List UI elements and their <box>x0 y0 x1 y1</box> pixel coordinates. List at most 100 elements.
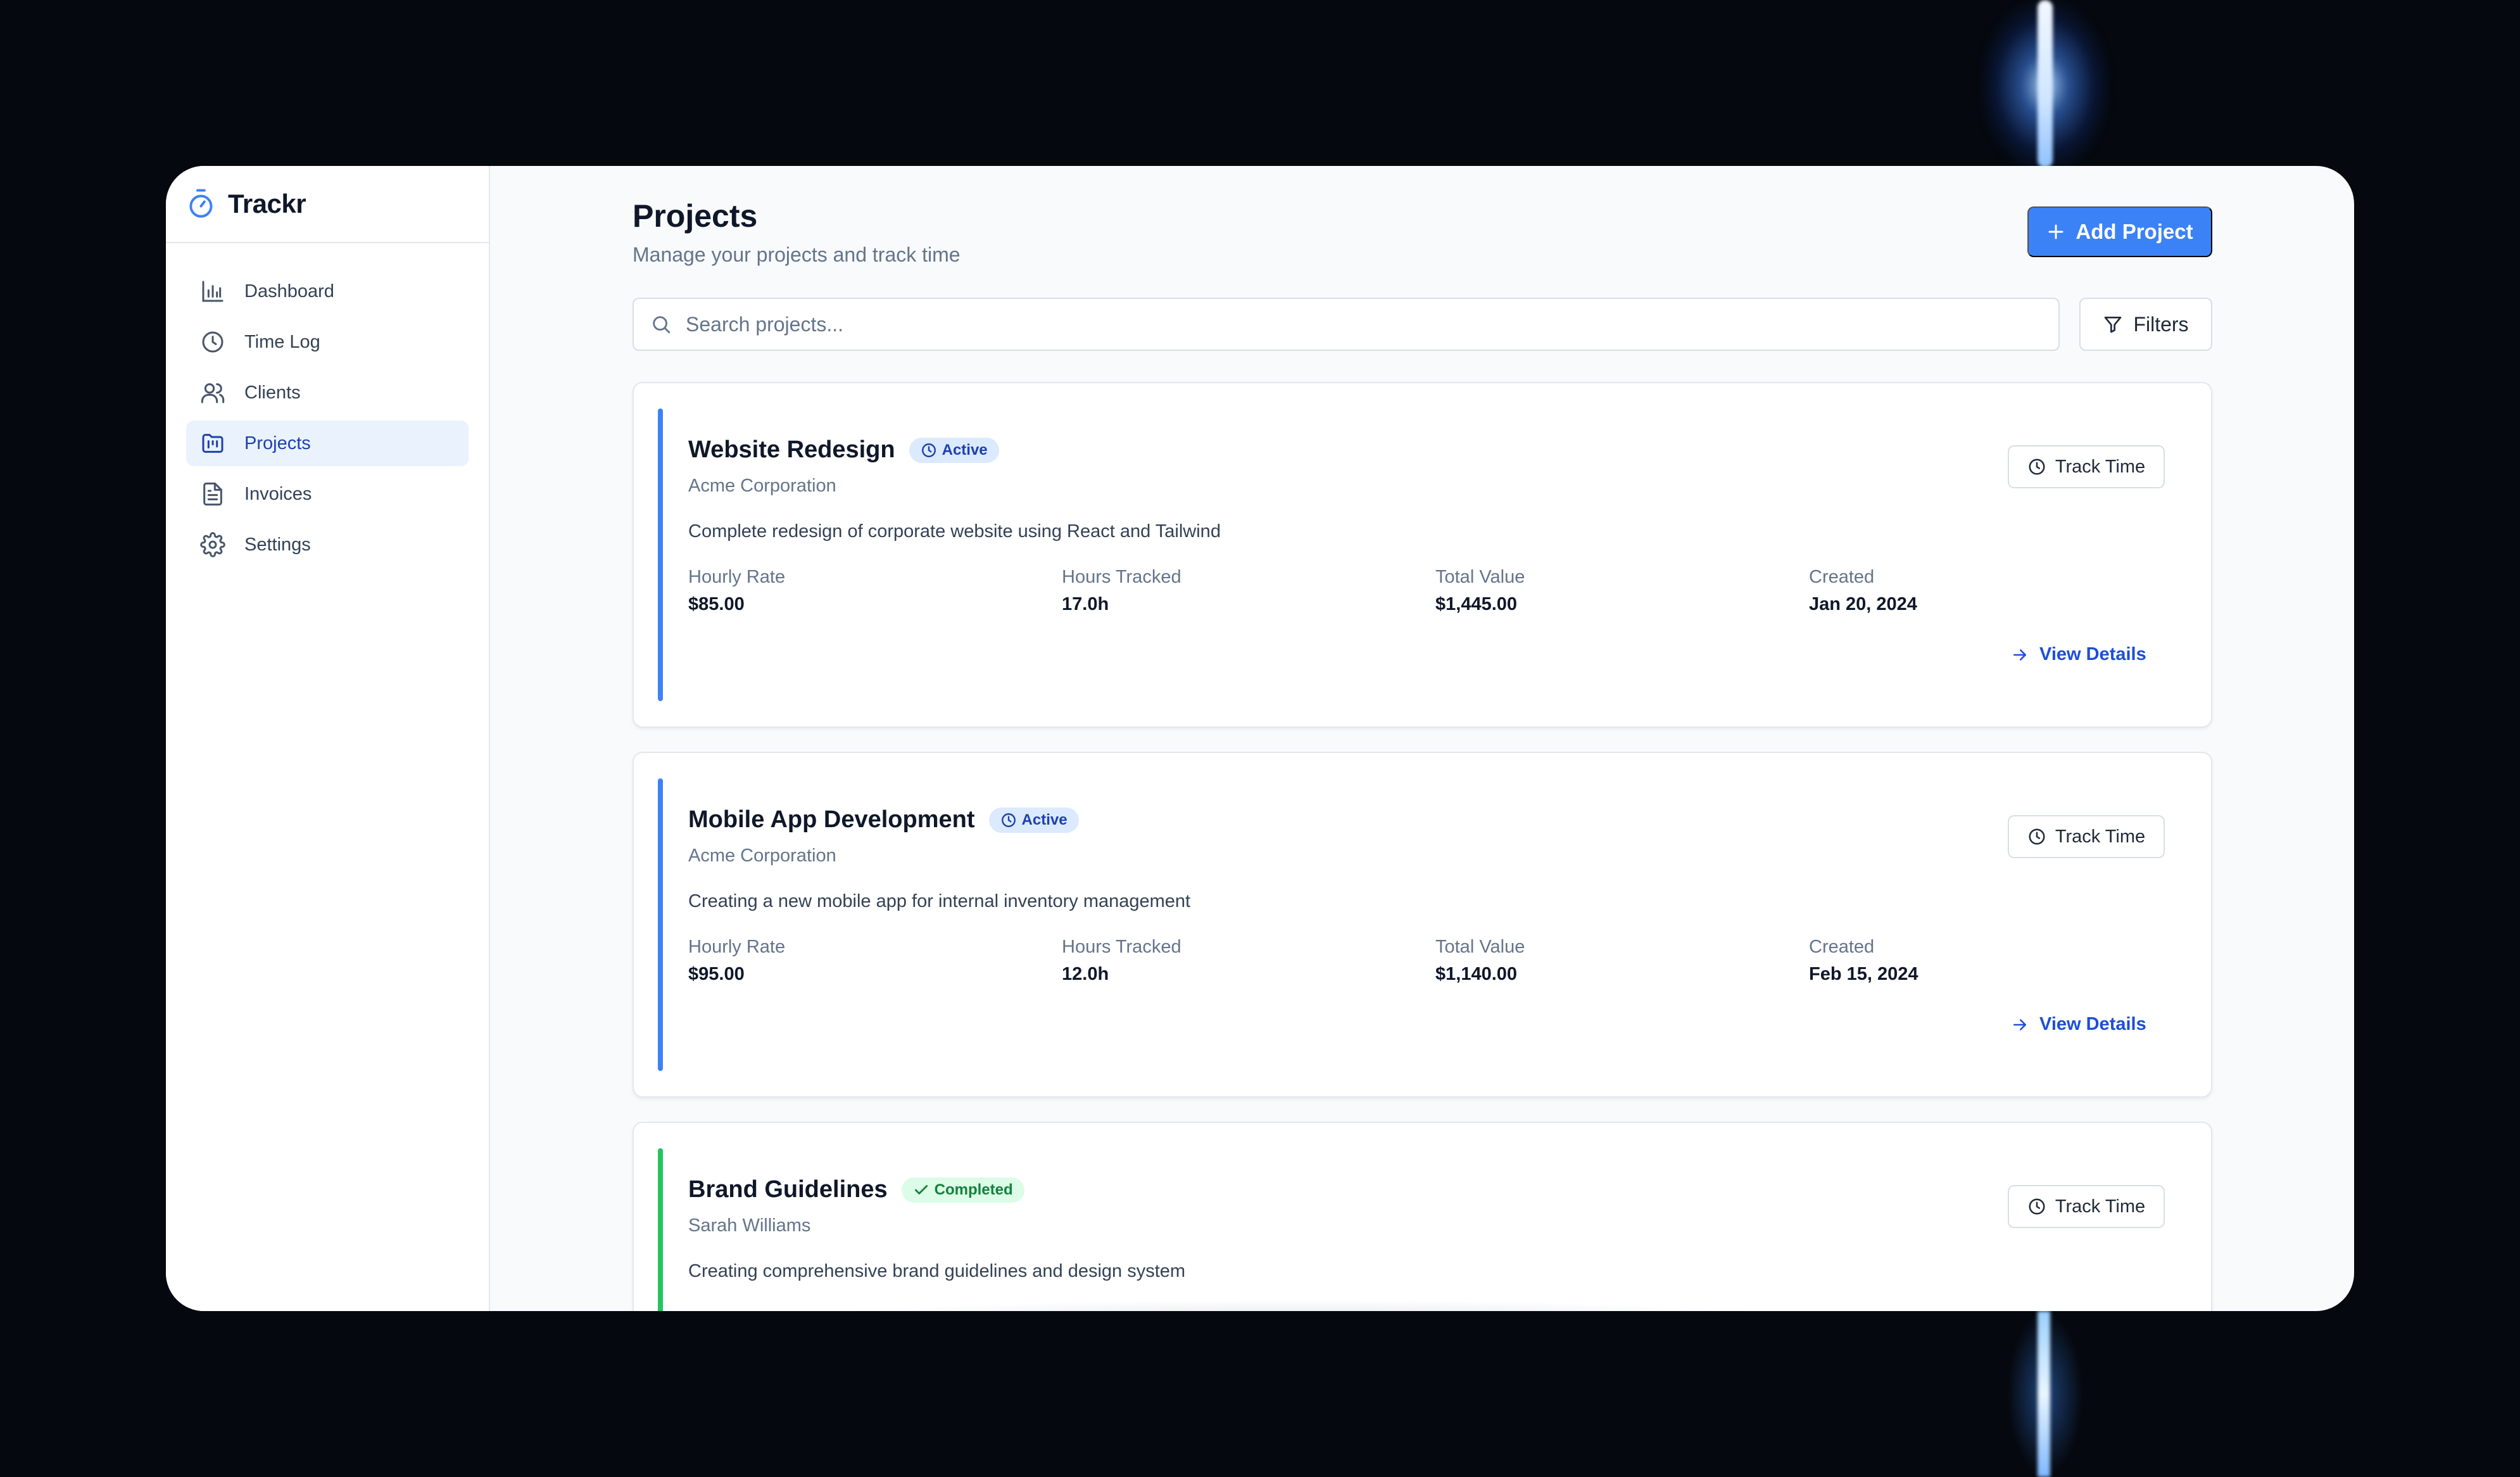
project-name: Website Redesign <box>688 436 895 463</box>
metric-value: 17.0h <box>1062 594 1109 614</box>
track-time-button[interactable]: Track Time <box>2008 1185 2165 1228</box>
metric-total-value: Total Value $1,140.00 <box>1435 937 1525 985</box>
search-bar <box>633 298 2060 351</box>
sidebar-item-label: Time Log <box>244 331 320 352</box>
track-time-label: Track Time <box>2055 826 2146 847</box>
metric-label: Hours Tracked <box>1062 567 1181 587</box>
metric-value: $95.00 <box>688 964 745 984</box>
metric-label: Hourly Rate <box>688 567 786 587</box>
metric-label: Created <box>1809 567 1875 587</box>
metric-label: Created <box>1809 937 1875 957</box>
sidebar-nav: Dashboard Time Log Clients Projects Invo… <box>166 243 489 567</box>
sidebar-item-settings[interactable]: Settings <box>186 522 469 567</box>
status-badge: Active <box>988 807 1079 833</box>
metric-value: Feb 15, 2024 <box>1809 964 1918 984</box>
sidebar-item-projects[interactable]: Projects <box>186 421 469 466</box>
metric-value: 12.0h <box>1062 964 1109 984</box>
file-text-icon <box>200 481 225 507</box>
metric-value: $1,140.00 <box>1435 964 1518 984</box>
status-badge: Active <box>909 437 999 463</box>
clock-icon <box>921 443 936 457</box>
sidebar-item-time-log[interactable]: Time Log <box>186 319 469 365</box>
project-card: Brand Guidelines Completed Sarah William… <box>633 1122 2212 1311</box>
metric-hours-tracked: Hours Tracked 17.0h <box>1062 567 1181 615</box>
project-description: Creating a new mobile app for internal i… <box>688 891 1191 911</box>
filter-icon <box>2105 317 2122 333</box>
filters-label: Filters <box>2133 312 2189 336</box>
search-icon <box>653 316 671 334</box>
track-time-button[interactable]: Track Time <box>2008 815 2165 858</box>
project-client: Acme Corporation <box>688 476 836 496</box>
page-subtitle: Manage your projects and track time <box>633 243 961 266</box>
stopwatch-icon <box>187 188 215 220</box>
background-light-beam-bottom <box>2038 1311 2050 1477</box>
metric-label: Total Value <box>1435 937 1525 957</box>
check-icon <box>914 1184 928 1195</box>
view-details-label: View Details <box>2039 644 2146 664</box>
status-badge: Completed <box>901 1177 1024 1203</box>
main-content: Projects Manage your projects and track … <box>490 166 2354 1311</box>
sidebar-item-dashboard[interactable]: Dashboard <box>186 269 469 314</box>
page-header: Projects Manage your projects and track … <box>633 198 961 267</box>
project-name: Mobile App Development <box>688 806 975 833</box>
bar-chart-icon <box>200 279 225 304</box>
project-accent-bar <box>658 778 663 1071</box>
view-details-link[interactable]: View Details <box>2010 1014 2146 1035</box>
sidebar-item-invoices[interactable]: Invoices <box>186 471 469 517</box>
sidebar-item-label: Clients <box>244 382 301 403</box>
sidebar-item-label: Projects <box>244 433 311 453</box>
app-name: Trackr <box>228 189 306 219</box>
track-time-button[interactable]: Track Time <box>2008 445 2165 488</box>
project-card: Website Redesign Active Acme Corporation… <box>633 382 2212 728</box>
clock-icon <box>2029 459 2045 475</box>
users-icon <box>200 380 225 405</box>
status-label: Active <box>942 441 988 459</box>
gear-icon <box>200 532 225 557</box>
view-details-link[interactable]: View Details <box>2010 644 2146 665</box>
metric-value: $85.00 <box>688 594 745 614</box>
search-input[interactable] <box>686 312 2015 336</box>
sidebar-item-clients[interactable]: Clients <box>186 370 469 415</box>
arrow-right-icon <box>2013 1018 2026 1030</box>
sidebar-item-label: Dashboard <box>244 281 334 301</box>
sidebar-item-label: Settings <box>244 534 311 555</box>
scroll-fade <box>794 1300 1807 1311</box>
background-light-beam <box>2038 0 2053 168</box>
project-client: Acme Corporation <box>688 846 836 866</box>
project-description: Creating comprehensive brand guidelines … <box>688 1261 1186 1281</box>
metric-hourly-rate: Hourly Rate $85.00 <box>688 567 785 615</box>
clock-icon <box>2029 828 2045 845</box>
track-time-label: Track Time <box>2055 456 2146 477</box>
metric-total-value: Total Value $1,445.00 <box>1435 567 1525 615</box>
clock-icon <box>1001 813 1016 827</box>
app-window: Trackr Dashboard Time Log Clients Projec… <box>166 166 2354 1311</box>
arrow-right-icon <box>2013 649 2026 661</box>
view-details-label: View Details <box>2039 1014 2146 1034</box>
folder-kanban-icon <box>200 431 225 456</box>
metric-label: Hours Tracked <box>1062 937 1181 957</box>
clock-icon <box>2029 1198 2045 1215</box>
filters-button[interactable]: Filters <box>2079 298 2212 351</box>
project-accent-bar <box>658 409 663 701</box>
metric-hourly-rate: Hourly Rate $95.00 <box>688 937 785 985</box>
sidebar-item-label: Invoices <box>244 483 312 504</box>
metric-value: Jan 20, 2024 <box>1809 594 1917 614</box>
sidebar: Trackr Dashboard Time Log Clients Projec… <box>166 166 490 1311</box>
project-card: Mobile App Development Active Acme Corpo… <box>633 752 2212 1098</box>
brand[interactable]: Trackr <box>166 166 489 243</box>
metric-created: Created Jan 20, 2024 <box>1809 567 1917 615</box>
project-client: Sarah Williams <box>688 1215 811 1236</box>
project-accent-bar <box>658 1148 663 1311</box>
metric-label: Hourly Rate <box>688 937 786 957</box>
metric-hours-tracked: Hours Tracked 12.0h <box>1062 937 1181 985</box>
plus-icon <box>2048 224 2063 239</box>
track-time-label: Track Time <box>2055 1196 2146 1217</box>
status-label: Completed <box>934 1181 1013 1198</box>
page-title: Projects <box>633 198 758 234</box>
add-project-button[interactable]: Add Project <box>2027 206 2212 257</box>
metric-value: $1,445.00 <box>1435 594 1518 614</box>
add-project-label: Add Project <box>2076 220 2193 243</box>
clock-icon <box>200 329 225 355</box>
metric-label: Total Value <box>1435 567 1525 587</box>
metric-created: Created Feb 15, 2024 <box>1809 937 1918 985</box>
